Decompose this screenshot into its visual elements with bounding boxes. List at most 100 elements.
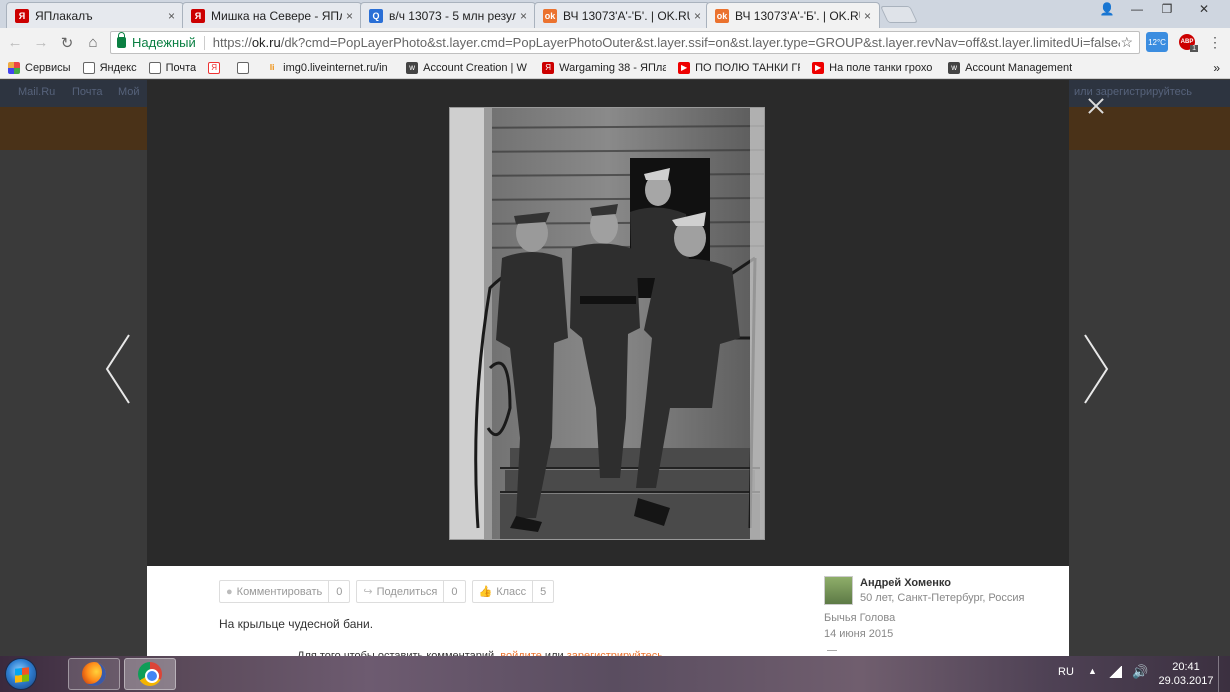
bookmark-services[interactable]: Сервисы: [8, 61, 71, 74]
bookmarks-overflow-icon[interactable]: »: [1213, 61, 1220, 75]
like-label: Класс: [496, 585, 527, 598]
bookmark-account-creation[interactable]: w Account Creation | W: [406, 61, 530, 74]
bookmark-label: ПО ПОЛЮ ТАНКИ ГР: [695, 61, 801, 74]
ok-icon: ok: [715, 8, 729, 23]
bookmark-pochta[interactable]: Почта: [148, 61, 196, 74]
clock-date: 29.03.2017: [1158, 675, 1214, 687]
maximize-icon[interactable]: ❐: [1154, 0, 1180, 18]
bookmark-label: Account Management: [965, 61, 1073, 74]
author-meta: 50 лет, Санкт-Петербург, Россия: [860, 592, 1025, 604]
album-name[interactable]: Бычья Голова: [824, 612, 895, 624]
yandex-icon: Я: [208, 61, 221, 74]
tab-close-icon[interactable]: ×: [864, 9, 871, 23]
comment-icon: ●: [226, 585, 233, 598]
like-button[interactable]: 👍 Класс 5: [471, 580, 555, 603]
bookmark-label: Account Creation | W: [423, 61, 527, 74]
language-indicator[interactable]: RU: [1058, 666, 1074, 678]
bookmark-account-management[interactable]: w Account Management: [948, 61, 1073, 74]
tab-close-icon[interactable]: ×: [520, 9, 527, 23]
photo-info-panel: ● Комментировать 0 ↪ Поделиться 0 👍 Класс 5…: [147, 566, 1069, 662]
moi-link[interactable]: Мой: [118, 86, 140, 98]
photo-caption: На крыльце чудесной бани.: [219, 617, 374, 631]
window-controls: 👤 — ❐ ✕: [1094, 0, 1224, 18]
yaplakal-icon: Я: [15, 8, 29, 23]
share-button-label: ↪ Поделиться: [357, 585, 443, 599]
tab-title: ВЧ 13073'А'-'Б'. | OK.RU: [563, 8, 690, 23]
photo-date: 14 июня 2015: [824, 628, 894, 640]
bookmark-label: На поле танки грохо: [829, 61, 933, 74]
comment-button[interactable]: ● Комментировать 0: [219, 580, 351, 603]
home-icon[interactable]: ⌂: [80, 30, 106, 56]
bookmark-label: Wargaming 38 - ЯПла: [559, 61, 667, 74]
bookmark-po-polyu[interactable]: ▶ ПО ПОЛЮ ТАНКИ ГР: [678, 61, 801, 74]
tab-close-icon[interactable]: ×: [694, 9, 701, 23]
comment-count: 0: [328, 581, 349, 602]
bookmark-star-icon[interactable]: ☆: [1120, 34, 1133, 51]
volume-icon[interactable]: 🔊: [1132, 664, 1148, 680]
tab-2[interactable]: Я Мишка на Севере - ЯПл ×: [182, 2, 362, 28]
photo[interactable]: [449, 107, 765, 540]
ok-icon: ok: [543, 8, 557, 23]
tab-3[interactable]: Q в/ч 13073 - 5 млн резул ×: [360, 2, 536, 28]
bookmark-liveinternet[interactable]: li img0.liveinternet.ru/in: [266, 62, 394, 74]
comment-button-label: ● Комментировать: [220, 586, 328, 598]
taskbar-firefox[interactable]: [68, 658, 120, 690]
forward-icon[interactable]: →: [28, 30, 54, 56]
yaplakal-icon: Я: [191, 8, 205, 23]
bookmark-wargaming-38[interactable]: Я Wargaming 38 - ЯПла: [542, 61, 667, 74]
tray-expand-icon[interactable]: ▲: [1088, 666, 1097, 676]
bookmark-yandex-icon-only[interactable]: Я: [208, 61, 225, 74]
address-bar[interactable]: Надежный https://ok.ru/dk?cmd=PopLayerPh…: [110, 31, 1140, 54]
taskbar-chrome[interactable]: [124, 658, 176, 690]
share-label: Поделиться: [376, 585, 438, 598]
yaplakal-icon: Я: [542, 61, 555, 74]
show-desktop-button[interactable]: [1218, 656, 1230, 692]
bookmarks-bar: Сервисы Яндекс Почта Я li img0.liveintern…: [0, 57, 1230, 79]
user-icon[interactable]: 👤: [1094, 0, 1120, 18]
tab-4[interactable]: ok ВЧ 13073'А'-'Б'. | OK.RU ×: [534, 2, 710, 28]
clock-time: 20:41: [1172, 661, 1200, 673]
register-link-bg[interactable]: или зарегистрируйтесь: [1074, 86, 1192, 98]
close-layer-icon[interactable]: [1088, 98, 1104, 114]
tab-1[interactable]: Я ЯПлакалъ ×: [6, 2, 184, 28]
bookmark-na-pole[interactable]: ▶ На поле танки грохо: [812, 61, 936, 74]
page-icon: [237, 61, 250, 74]
tab-close-icon[interactable]: ×: [168, 9, 175, 23]
previous-photo-arrow-icon[interactable]: [105, 333, 131, 405]
bookmark-yandex[interactable]: Яндекс: [82, 61, 137, 74]
browser-toolbar: ← → ↻ ⌂ Надежный https://ok.ru/dk?cmd=Po…: [0, 28, 1230, 57]
tab-strip: Я ЯПлакалъ × Я Мишка на Севере - ЯПл × Q…: [0, 0, 1230, 28]
avatar[interactable]: [824, 576, 853, 605]
back-icon[interactable]: ←: [2, 30, 28, 56]
author-name[interactable]: Андрей Хоменко: [860, 577, 951, 589]
next-photo-arrow-icon[interactable]: [1083, 333, 1109, 405]
clock[interactable]: 20:41 29.03.2017: [1158, 660, 1214, 688]
bookmark-label: Сервисы: [25, 61, 71, 74]
close-window-icon[interactable]: ✕: [1184, 0, 1224, 18]
wargaming-icon: w: [948, 61, 961, 74]
tab-title: в/ч 13073 - 5 млн резул: [389, 8, 516, 23]
lock-icon: [117, 32, 126, 48]
bookmark-label: img0.liveinternet.ru/in: [283, 61, 388, 74]
bookmark-page-icon-only[interactable]: [237, 61, 254, 74]
tab-title: ВЧ 13073'А'-'Б'. | OK.RU: [735, 8, 860, 23]
mailru-link[interactable]: Mail.Ru: [18, 86, 55, 98]
tab-close-icon[interactable]: ×: [346, 9, 353, 23]
adblock-extension-icon[interactable]: ABP 1: [1176, 32, 1198, 52]
chrome-menu-icon[interactable]: ⋮: [1208, 34, 1222, 51]
youtube-icon: ▶: [812, 61, 825, 74]
photo-image: [450, 108, 764, 539]
tab-5-active[interactable]: ok ВЧ 13073'А'-'Б'. | OK.RU ×: [706, 2, 880, 28]
network-icon[interactable]: [1108, 666, 1122, 678]
weather-extension-icon[interactable]: 12°C: [1146, 32, 1168, 52]
new-tab-button[interactable]: [880, 6, 918, 23]
share-button[interactable]: ↪ Поделиться 0: [356, 580, 466, 603]
pochta-link[interactable]: Почта: [72, 86, 103, 98]
minimize-icon[interactable]: —: [1124, 0, 1150, 18]
search-icon: Q: [369, 8, 383, 23]
url-text[interactable]: https://ok.ru/dk?cmd=PopLayerPhoto&st.la…: [213, 35, 1121, 50]
reload-icon[interactable]: ↻: [54, 30, 80, 56]
like-button-label: 👍 Класс: [473, 585, 533, 599]
start-button-icon[interactable]: [5, 658, 37, 690]
youtube-icon: ▶: [678, 61, 691, 74]
